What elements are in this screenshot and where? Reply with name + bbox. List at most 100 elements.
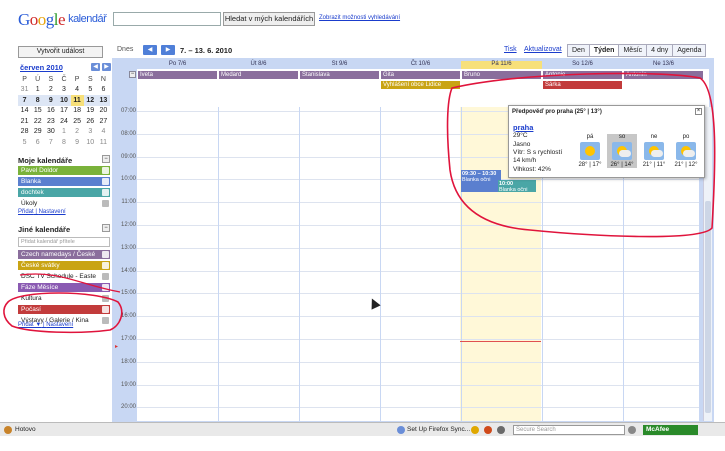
allday-event[interactable]: Medard (219, 71, 298, 79)
allday-event[interactable]: Stanislava (300, 71, 379, 79)
calendar-item[interactable]: DSC TV Schedule - Easte (18, 272, 110, 281)
mini-prev-icon[interactable]: ◀ (91, 63, 100, 71)
calendar-options-icon[interactable] (102, 273, 109, 280)
calendar-options-icon[interactable] (102, 178, 109, 185)
mini-day[interactable]: 31 (18, 85, 31, 96)
mini-day[interactable]: 11 (97, 137, 110, 148)
allday-event[interactable]: Bruno (462, 71, 541, 79)
allday-event[interactable]: Antonie (543, 71, 622, 79)
secure-search-input[interactable]: Secure Search (513, 425, 625, 435)
forecast-day[interactable]: pá 28° | 17° (575, 134, 605, 168)
weather-city-link[interactable]: praha (513, 123, 533, 132)
calendar-item[interactable]: Blanka (18, 177, 110, 186)
mini-day[interactable]: 4 (71, 85, 84, 96)
view-tab[interactable]: Den (567, 44, 590, 57)
allday-event[interactable]: Antonín (624, 71, 703, 79)
calendar-options-icon[interactable] (102, 262, 109, 269)
day-header[interactable]: Po 7/6 (137, 61, 218, 69)
addon-icon[interactable] (484, 426, 492, 434)
mini-day[interactable]: 25 (71, 116, 84, 127)
mini-day[interactable]: 9 (44, 95, 58, 106)
mini-day[interactable]: 14 (18, 106, 31, 117)
mini-day[interactable]: 15 (31, 106, 44, 117)
today-button[interactable]: Dnes (117, 46, 133, 53)
calendar-item[interactable]: Fáze Měsíce (18, 283, 110, 292)
mini-day[interactable]: 29 (31, 127, 44, 138)
mini-day[interactable]: 1 (31, 85, 44, 96)
mini-day[interactable]: 24 (57, 116, 70, 127)
mini-day[interactable]: 1 (57, 127, 70, 138)
view-tab[interactable]: Agenda (673, 44, 707, 57)
create-event-button[interactable]: Vytvořit událost (18, 46, 103, 58)
mini-calendar-title[interactable]: červen 2010 (20, 63, 63, 72)
search-input[interactable] (113, 12, 221, 26)
calendar-options-icon[interactable] (102, 317, 109, 324)
calendar-options-icon[interactable] (102, 167, 109, 174)
other-calendars-toggle-icon[interactable]: − (102, 224, 110, 232)
calendar-options-icon[interactable] (102, 284, 109, 291)
mini-day[interactable]: 8 (57, 137, 70, 148)
collapse-allday-icon[interactable]: − (129, 71, 136, 78)
mini-day[interactable]: 7 (44, 137, 57, 148)
calendar-item[interactable]: dochtek (18, 188, 110, 197)
calendar-item[interactable]: Úkoly (18, 199, 110, 208)
search-icon[interactable] (628, 426, 636, 434)
mini-day[interactable]: 26 (84, 116, 97, 127)
mini-day[interactable]: 4 (97, 127, 110, 138)
mini-day[interactable]: 19 (84, 106, 97, 117)
scrollbar-thumb[interactable] (705, 201, 711, 413)
day-header[interactable]: Ne 13/6 (623, 61, 704, 69)
allday-event[interactable]: Šárka (543, 81, 622, 89)
view-tab[interactable]: Týden (589, 44, 620, 57)
day-header[interactable]: Pá 11/6 (461, 61, 542, 69)
mini-day[interactable]: 5 (18, 137, 31, 148)
mini-day[interactable]: 3 (57, 85, 70, 96)
mini-day[interactable]: 13 (96, 95, 110, 106)
mini-day[interactable]: 17 (57, 106, 70, 117)
mini-day[interactable]: 18 (71, 106, 84, 117)
forecast-day[interactable]: po 21° | 12° (671, 134, 701, 168)
allday-event[interactable]: Vyhlášení obce Lidice (381, 81, 460, 89)
view-tab[interactable]: 4 dny (647, 44, 674, 57)
forecast-day[interactable]: so 26° | 14° (607, 134, 637, 168)
other-calendars-title[interactable]: Jiné kalendáře (18, 225, 70, 234)
close-icon[interactable]: × (695, 108, 702, 115)
my-calendars-toggle-icon[interactable]: − (102, 155, 110, 163)
mini-day[interactable]: 11 (70, 95, 84, 106)
mini-day[interactable]: 27 (97, 116, 110, 127)
print-link[interactable]: Tisk (504, 46, 517, 53)
mini-day[interactable]: 6 (31, 137, 44, 148)
mini-day[interactable]: 6 (97, 85, 110, 96)
forecast-day[interactable]: ne 21° | 11° (639, 134, 669, 168)
mini-day[interactable]: 5 (84, 85, 97, 96)
mcafee-badge[interactable]: McAfee (643, 425, 698, 435)
mini-day[interactable]: 12 (83, 95, 97, 106)
calendar-item[interactable]: Czech namedays / České (18, 250, 110, 259)
advanced-search-link[interactable]: Zobrazit možnosti vyhledávání (319, 15, 400, 21)
mini-day[interactable]: 3 (84, 127, 97, 138)
mini-day[interactable]: 22 (31, 116, 44, 127)
calendar-item[interactable]: Kultura (18, 294, 110, 303)
calendar-options-icon[interactable] (102, 189, 109, 196)
allday-event[interactable]: Gita (381, 71, 460, 79)
view-tab[interactable]: Měsíc (619, 44, 648, 57)
mini-day[interactable]: 8 (31, 95, 45, 106)
mini-day[interactable]: 23 (44, 116, 57, 127)
addon-2-icon[interactable] (497, 426, 505, 434)
mini-day[interactable]: 7 (18, 95, 32, 106)
mini-day[interactable]: 2 (71, 127, 84, 138)
day-header[interactable]: So 12/6 (542, 61, 623, 69)
calendar-options-icon[interactable] (102, 295, 109, 302)
my-calendars-title[interactable]: Moje kalendáře (18, 156, 72, 165)
calendar-item[interactable]: Pavel Doldor (18, 166, 110, 175)
mini-day[interactable]: 2 (44, 85, 57, 96)
lock-icon[interactable] (471, 426, 479, 434)
google-calendar-logo[interactable]: Google kalendář (18, 10, 107, 30)
mini-day[interactable]: 10 (84, 137, 97, 148)
mini-day[interactable]: 21 (18, 116, 31, 127)
other-calendars-add-link[interactable]: Přidat ▼ | Nastavení (18, 322, 73, 328)
calendar-options-icon[interactable] (102, 306, 109, 313)
mini-next-icon[interactable]: ▶ (102, 63, 111, 71)
calendar-item[interactable]: České svátky (18, 261, 110, 270)
calendar-options-icon[interactable] (102, 251, 109, 258)
